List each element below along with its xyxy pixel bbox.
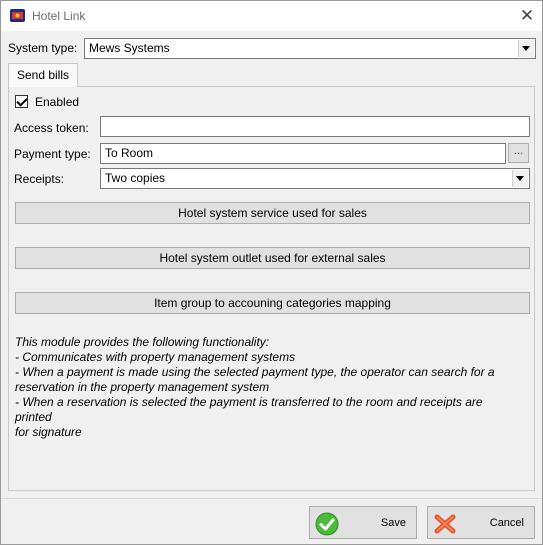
system-type-label: System type: — [8, 41, 78, 55]
access-token-input[interactable] — [100, 116, 530, 137]
payment-type-field[interactable]: To Room — [100, 143, 506, 164]
mapping-button[interactable]: Item group to accouning categories mappi… — [15, 292, 530, 314]
receipts-select[interactable]: Two copies — [100, 168, 530, 189]
checkmark-icon — [16, 95, 28, 107]
payment-type-label: Payment type: — [14, 147, 91, 161]
cancel-button[interactable]: Cancel — [427, 506, 535, 539]
module-description: This module provides the following funct… — [15, 335, 495, 439]
receipts-value: Two copies — [105, 171, 166, 185]
window-title: Hotel Link — [32, 9, 86, 23]
payment-type-browse-button[interactable]: ... — [508, 143, 529, 163]
tab-send-bills-label: Send bills — [16, 68, 70, 82]
payment-type-value: To Room — [105, 146, 154, 160]
title-bar: Hotel Link ✕ — [1, 1, 542, 31]
save-label: Save — [380, 517, 406, 529]
app-icon — [10, 9, 25, 22]
chevron-down-icon[interactable] — [518, 40, 534, 57]
system-type-value: Mews Systems — [89, 41, 170, 55]
service-button[interactable]: Hotel system service used for sales — [15, 202, 530, 224]
tab-send-bills[interactable]: Send bills — [8, 63, 78, 87]
enabled-checkbox[interactable] — [15, 95, 28, 108]
cross-icon — [434, 514, 456, 534]
access-token-label: Access token: — [14, 121, 89, 135]
footer-divider — [1, 498, 542, 499]
cancel-label: Cancel — [489, 517, 524, 529]
enabled-label: Enabled — [35, 95, 80, 109]
checkmark-icon — [315, 512, 339, 536]
receipts-label: Receipts: — [14, 172, 65, 186]
outlet-button[interactable]: Hotel system outlet used for external sa… — [15, 247, 530, 269]
save-button[interactable]: Save — [309, 506, 417, 539]
chevron-down-icon[interactable] — [512, 170, 528, 187]
system-type-select[interactable]: Mews Systems — [84, 38, 536, 59]
hotel-link-window: Hotel Link ✕ System type: Mews Systems S… — [0, 0, 543, 545]
close-icon[interactable]: ✕ — [513, 5, 541, 27]
